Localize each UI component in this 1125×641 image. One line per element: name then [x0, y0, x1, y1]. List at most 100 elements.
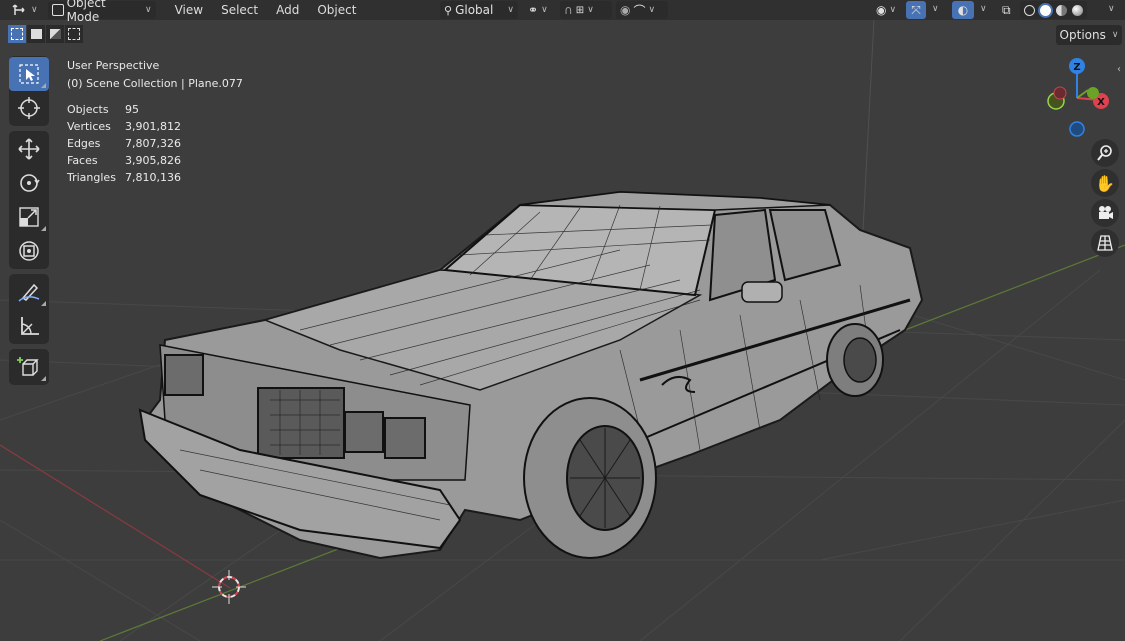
light-line [861, 0, 876, 251]
shading-buttons [1020, 1, 1087, 19]
select-extend-button[interactable] [27, 25, 45, 43]
pivot-point-button[interactable]: ⚭ ∨ [524, 1, 552, 19]
negative-z-ball[interactable] [1069, 121, 1085, 137]
ortho-toggle-button[interactable] [1091, 229, 1119, 257]
snap-toggle[interactable]: ∩ ⊞ ∨ [560, 1, 612, 19]
solid-sphere-icon [1040, 4, 1051, 16]
stat-row: Objects 95 [67, 101, 181, 118]
orientation-dropdown[interactable]: ⚲ Global ∨ [440, 1, 518, 19]
select-mode-buttons [8, 25, 83, 43]
3d-viewport-icon [12, 4, 25, 15]
select-new-icon [11, 28, 23, 40]
zoom-button[interactable] [1091, 139, 1119, 167]
chevron-down-icon: ∨ [889, 5, 897, 15]
x-axis-label: X [1097, 97, 1105, 108]
transform-tool[interactable] [9, 234, 49, 268]
menu-select[interactable]: Select [212, 0, 267, 20]
viewport-header: ∨ Object Mode ∨ View Select Add Object ⚲… [0, 0, 1125, 24]
scale-icon [19, 207, 39, 227]
proportional-edit-icon: ◉ [620, 3, 631, 17]
annotate-tool[interactable] [9, 275, 49, 309]
options-dropdown[interactable]: Options ∨ [1056, 25, 1122, 45]
tool-shelf [9, 56, 49, 390]
camera-view-button[interactable] [1091, 199, 1119, 227]
stat-label: Triangles [67, 171, 116, 184]
menu-object[interactable]: Object [308, 0, 365, 20]
tool-group-add [9, 349, 49, 385]
gizmo-icon: ⤧ [911, 2, 921, 17]
shading-dropdown[interactable]: ∨ [1108, 4, 1115, 14]
stat-value: 95 [125, 103, 139, 116]
stat-row: Vertices 3,901,812 [67, 118, 181, 135]
move-icon [18, 138, 40, 160]
tool-group-select [9, 56, 49, 126]
wireframe-sphere-icon [1024, 4, 1035, 16]
car-model[interactable] [138, 190, 924, 560]
visibility-dropdown[interactable]: ◉ ∨ [872, 1, 900, 19]
select-subtract-icon [49, 29, 61, 39]
select-intersect-button[interactable] [65, 25, 83, 43]
rendered-shading-button[interactable] [1070, 3, 1085, 18]
select-new-button[interactable] [8, 25, 26, 43]
viewport-info: User Perspective (0) Scene Collection | … [67, 57, 243, 93]
stat-row: Faces 3,905,826 [67, 152, 181, 169]
editor-type-button[interactable]: ∨ [8, 1, 42, 19]
rendered-sphere-icon [1072, 4, 1083, 16]
mode-label: Object Mode [66, 0, 106, 24]
select-subtract-button[interactable] [46, 25, 64, 43]
chevron-down-icon: ∨ [31, 5, 38, 15]
3d-viewport[interactable] [0, 0, 1125, 641]
measure-tool[interactable] [9, 309, 49, 343]
camera-icon [1099, 206, 1113, 219]
chevron-down-icon: ∨ [648, 5, 656, 15]
cursor-tool[interactable] [9, 91, 49, 125]
chevron-down-icon: ∨ [507, 5, 514, 15]
stat-value: 3,905,826 [125, 154, 181, 167]
falloff-curve-icon: ⌒ [633, 3, 646, 18]
material-sphere-icon [1056, 4, 1067, 16]
chevron-down-icon: ∨ [145, 5, 152, 15]
stat-row: Edges 7,807,326 [67, 135, 181, 152]
stat-value: 3,901,812 [125, 120, 181, 133]
rotate-icon [20, 174, 40, 192]
overlay-toggle[interactable]: ◐ [952, 1, 974, 19]
stat-label: Vertices [67, 120, 111, 133]
add-cube-icon [17, 357, 39, 376]
menu-add[interactable]: Add [267, 0, 308, 20]
xray-icon: ⧉ [1002, 2, 1011, 17]
select-extend-icon [30, 29, 42, 39]
measure-icon [21, 317, 39, 335]
move-tool[interactable] [9, 132, 49, 166]
xray-toggle[interactable]: ⧉ [998, 1, 1015, 19]
y-axis-ball[interactable] [1087, 87, 1099, 99]
grid-ortho-icon [1097, 235, 1113, 251]
negative-x-ball[interactable] [1053, 86, 1067, 100]
chevron-down-icon: ∨ [541, 5, 548, 15]
stat-row: Triangles 7,810,136 [67, 169, 181, 186]
view-perspective-label: User Perspective [67, 59, 160, 72]
transform-icon [19, 241, 39, 261]
sidebar-toggle-icon[interactable]: ‹ [1117, 64, 1121, 75]
tool-group-transform [9, 131, 49, 269]
overlay-dropdown[interactable]: ∨ [980, 4, 987, 14]
mode-dropdown[interactable]: Object Mode ∨ [47, 0, 156, 24]
rotate-tool[interactable] [9, 166, 49, 200]
solid-shading-button[interactable] [1038, 2, 1053, 18]
object-mode-icon [51, 4, 64, 16]
menu-view[interactable]: View [166, 0, 212, 20]
navigation-gizmo[interactable]: Z X [1040, 55, 1120, 145]
viewport-scene [0, 0, 1125, 641]
tool-group-annotate [9, 274, 49, 344]
add-cube-tool[interactable] [9, 350, 49, 384]
proportional-edit-toggle[interactable]: ◉ ⌒ ∨ [616, 1, 668, 19]
select-intersect-icon [68, 28, 80, 40]
gizmo-toggle[interactable]: ⤧ [906, 1, 926, 19]
select-box-tool[interactable] [9, 57, 49, 91]
pan-button[interactable]: ✋ [1091, 169, 1119, 197]
scale-tool[interactable] [9, 200, 49, 234]
gizmo-dropdown[interactable]: ∨ [932, 4, 939, 14]
stat-value: 7,807,326 [125, 137, 181, 150]
material-shading-button[interactable] [1054, 3, 1069, 18]
scene-statistics: Objects 95 Vertices 3,901,812 Edges 7,807,3… [67, 101, 181, 186]
wireframe-shading-button[interactable] [1022, 3, 1037, 18]
